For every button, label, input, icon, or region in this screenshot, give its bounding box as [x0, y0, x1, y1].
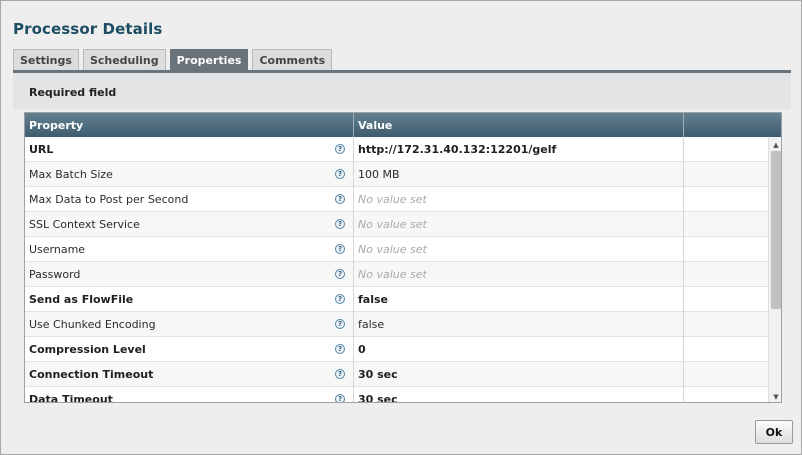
required-field-banner: [13, 73, 791, 109]
no-value-placeholder: No value set: [358, 268, 427, 281]
property-name-cell: Password?: [25, 262, 354, 287]
table-row[interactable]: Data Timeout? 30 sec: [25, 387, 768, 403]
property-value: http://172.31.40.132:12201/gelf: [358, 143, 557, 156]
column-header-property[interactable]: Property: [25, 113, 354, 137]
table-row[interactable]: Connection Timeout? 30 sec: [25, 362, 768, 387]
help-icon[interactable]: ?: [335, 244, 345, 254]
property-value-cell[interactable]: 30 sec: [354, 362, 684, 387]
tab-scheduling[interactable]: Scheduling: [82, 49, 166, 71]
property-value-cell[interactable]: 100 MB: [354, 162, 684, 187]
property-name-cell: Compression Level?: [25, 337, 354, 362]
row-actions-cell: [684, 162, 768, 187]
property-value: false: [358, 318, 385, 331]
property-value-cell[interactable]: false: [354, 287, 684, 312]
property-value: 30 sec: [358, 368, 398, 381]
property-name: Connection Timeout: [29, 368, 154, 381]
property-name-cell: Max Batch Size?: [25, 162, 354, 187]
grid-body: URL? http://172.31.40.132:12201/gelf Max B…: [25, 137, 768, 403]
property-name-cell: URL?: [25, 137, 354, 162]
property-value-cell[interactable]: false: [354, 312, 684, 337]
vertical-scrollbar[interactable]: ▲ ▼: [768, 137, 781, 402]
property-value: 0: [358, 343, 366, 356]
help-icon[interactable]: ?: [335, 319, 345, 329]
row-actions-cell: [684, 287, 768, 312]
grid-header: Property Value: [25, 113, 781, 137]
row-actions-cell: [684, 337, 768, 362]
property-name: Username: [29, 243, 86, 256]
property-value-cell[interactable]: 30 sec: [354, 387, 684, 403]
row-actions-cell: [684, 312, 768, 337]
property-value-cell[interactable]: No value set: [354, 237, 684, 262]
property-name-cell: SSL Context Service?: [25, 212, 354, 237]
property-value-cell[interactable]: No value set: [354, 262, 684, 287]
property-name: Max Batch Size: [29, 168, 113, 181]
tab-bar: Settings Scheduling Properties Comments: [13, 49, 333, 71]
help-icon[interactable]: ?: [335, 269, 345, 279]
scrollbar-thumb[interactable]: [771, 151, 781, 309]
help-icon[interactable]: ?: [335, 144, 345, 154]
no-value-placeholder: No value set: [358, 243, 427, 256]
help-icon[interactable]: ?: [335, 344, 345, 354]
property-value: 30 sec: [358, 393, 398, 403]
property-name-cell: Username?: [25, 237, 354, 262]
property-name: URL: [29, 143, 54, 156]
scroll-up-icon[interactable]: ▲: [769, 139, 781, 151]
processor-details-dialog: Processor Details Settings Scheduling Pr…: [0, 0, 802, 455]
row-actions-cell: [684, 362, 768, 387]
row-actions-cell: [684, 212, 768, 237]
property-value-cell[interactable]: No value set: [354, 187, 684, 212]
properties-grid: Property Value URL? http://172.31.40.132:…: [24, 112, 782, 403]
scroll-down-icon[interactable]: ▼: [769, 391, 781, 402]
property-name-cell: Send as FlowFile?: [25, 287, 354, 312]
property-name: Max Data to Post per Second: [29, 193, 189, 206]
help-icon[interactable]: ?: [335, 369, 345, 379]
property-value: 100 MB: [358, 168, 400, 181]
help-icon[interactable]: ?: [335, 394, 345, 402]
help-icon[interactable]: ?: [335, 219, 345, 229]
dialog-title: Processor Details: [13, 20, 163, 38]
table-row[interactable]: Compression Level? 0: [25, 337, 768, 362]
column-header-actions: [684, 113, 768, 137]
no-value-placeholder: No value set: [358, 193, 427, 206]
table-row[interactable]: Send as FlowFile? false: [25, 287, 768, 312]
table-row[interactable]: Max Data to Post per Second? No value set: [25, 187, 768, 212]
table-row[interactable]: Max Batch Size? 100 MB: [25, 162, 768, 187]
tab-settings[interactable]: Settings: [13, 49, 79, 71]
ok-button[interactable]: Ok: [755, 420, 793, 444]
column-header-value[interactable]: Value: [354, 113, 684, 137]
property-name-cell: Max Data to Post per Second?: [25, 187, 354, 212]
property-name: Send as FlowFile: [29, 293, 134, 306]
table-row[interactable]: Username? No value set: [25, 237, 768, 262]
property-name-cell: Connection Timeout?: [25, 362, 354, 387]
property-value-cell[interactable]: No value set: [354, 212, 684, 237]
property-name: Data Timeout: [29, 393, 113, 403]
property-name: Password: [29, 268, 81, 281]
property-value-cell[interactable]: http://172.31.40.132:12201/gelf: [354, 137, 684, 162]
property-name: Use Chunked Encoding: [29, 318, 156, 331]
property-value: false: [358, 293, 388, 306]
row-actions-cell: [684, 387, 768, 402]
property-value-cell[interactable]: 0: [354, 337, 684, 362]
help-icon[interactable]: ?: [335, 294, 345, 304]
row-actions-cell: [684, 137, 768, 162]
row-actions-cell: [684, 187, 768, 212]
table-row[interactable]: Use Chunked Encoding? false: [25, 312, 768, 337]
property-name: Compression Level: [29, 343, 146, 356]
tab-properties[interactable]: Properties: [169, 49, 249, 71]
tab-comments[interactable]: Comments: [252, 49, 333, 71]
table-row[interactable]: SSL Context Service? No value set: [25, 212, 768, 237]
table-row[interactable]: URL? http://172.31.40.132:12201/gelf: [25, 137, 768, 162]
help-icon[interactable]: ?: [335, 169, 345, 179]
property-name: SSL Context Service: [29, 218, 140, 231]
property-name-cell: Data Timeout?: [25, 387, 354, 403]
no-value-placeholder: No value set: [358, 218, 427, 231]
property-name-cell: Use Chunked Encoding?: [25, 312, 354, 337]
table-row[interactable]: Password? No value set: [25, 262, 768, 287]
required-field-label: Required field: [29, 86, 117, 99]
row-actions-cell: [684, 237, 768, 262]
row-actions-cell: [684, 262, 768, 287]
help-icon[interactable]: ?: [335, 194, 345, 204]
